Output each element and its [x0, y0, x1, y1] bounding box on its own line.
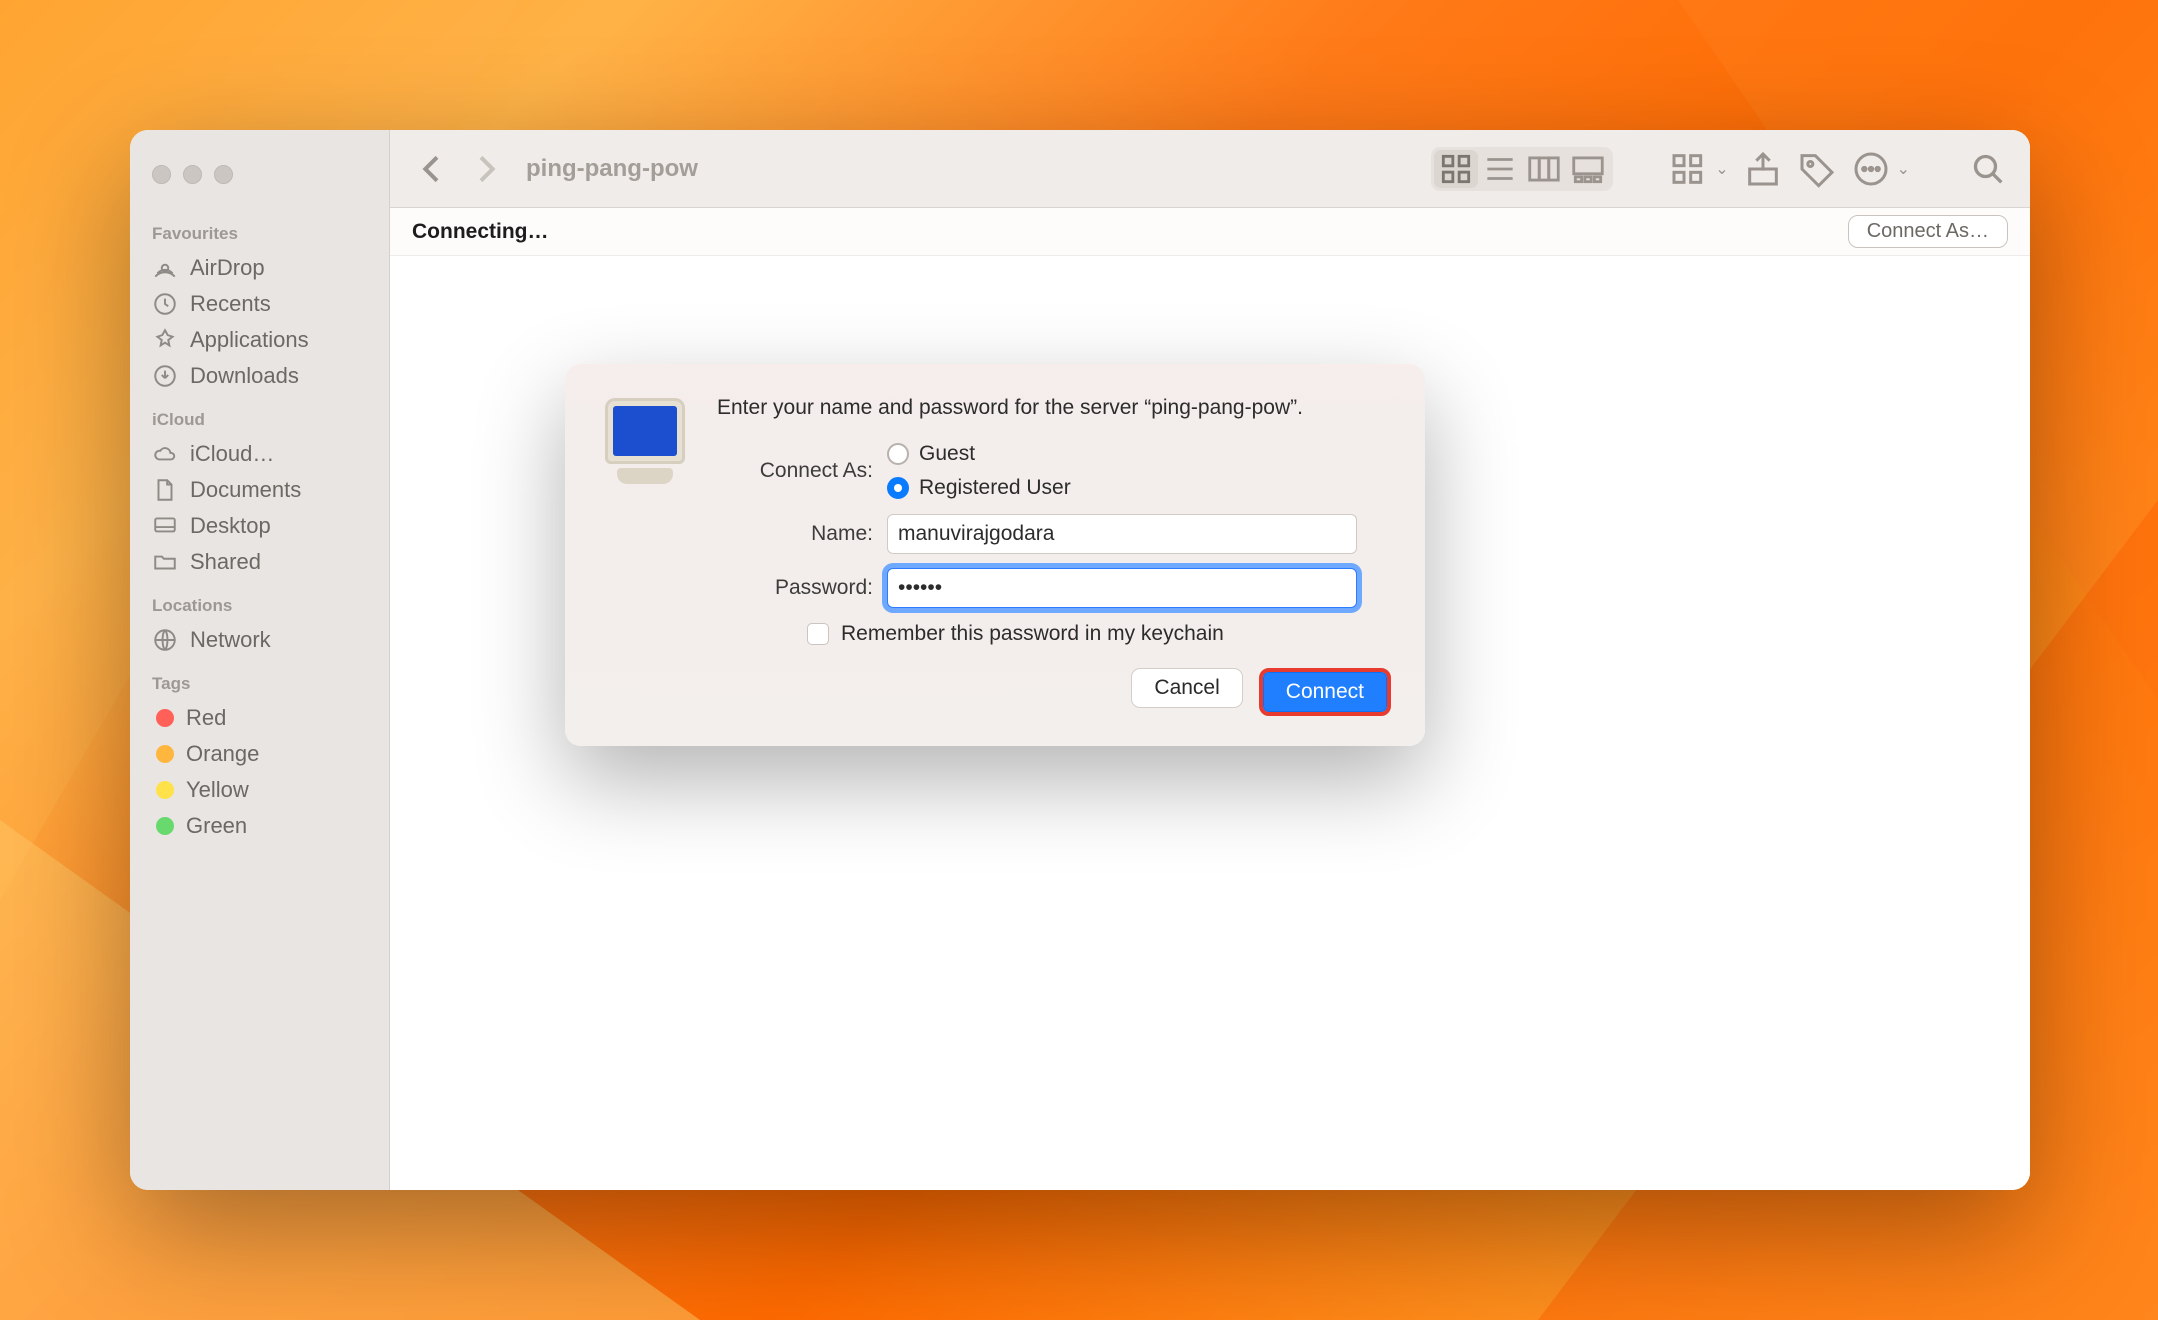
sidebar-item-network[interactable]: Network — [130, 622, 389, 658]
finder-window: Favourites AirDrop Recents Applications … — [130, 130, 2030, 1190]
radio-label: Registered User — [919, 476, 1071, 500]
crt-monitor-icon — [599, 398, 691, 486]
close-window-button[interactable] — [152, 165, 171, 184]
radio-guest[interactable]: Guest — [887, 442, 1071, 466]
sidebar-item-desktop[interactable]: Desktop — [130, 508, 389, 544]
connect-as-label: Connect As: — [717, 459, 887, 483]
tags-button[interactable] — [1797, 149, 1837, 189]
sidebar-item-label: iCloud… — [190, 441, 274, 467]
radio-registered-user[interactable]: Registered User — [887, 476, 1071, 500]
sidebar-tag-red[interactable]: Red — [130, 700, 389, 736]
sidebar-item-label: Documents — [190, 477, 301, 503]
sidebar-item-airdrop[interactable]: AirDrop — [130, 250, 389, 286]
sidebar-item-applications[interactable]: Applications — [130, 322, 389, 358]
forward-button[interactable] — [466, 149, 506, 189]
chevron-down-icon: ⌄ — [1897, 159, 1910, 179]
connection-status-bar: Connecting… Connect As… — [390, 208, 2030, 256]
desktop-icon — [152, 513, 178, 539]
server-icon — [595, 394, 695, 716]
view-icons-button[interactable] — [1434, 150, 1478, 188]
sidebar-section-favourites: Favourites — [130, 208, 389, 250]
finder-sidebar: Favourites AirDrop Recents Applications … — [130, 130, 390, 1190]
shared-folder-icon — [152, 549, 178, 575]
traffic-lights — [130, 148, 389, 208]
sidebar-tag-orange[interactable]: Orange — [130, 736, 389, 772]
window-title: ping-pang-pow — [526, 155, 698, 183]
minimize-window-button[interactable] — [183, 165, 202, 184]
sidebar-item-label: Yellow — [186, 777, 249, 803]
server-auth-dialog: Enter your name and password for the ser… — [565, 364, 1425, 746]
actions-button[interactable] — [1851, 149, 1891, 189]
dialog-actions: Cancel Connect — [717, 668, 1391, 716]
view-switcher — [1431, 147, 1613, 191]
connect-as-button[interactable]: Connect As… — [1848, 215, 2008, 248]
search-button[interactable] — [1968, 149, 2008, 189]
clock-icon — [152, 291, 178, 317]
sidebar-item-label: Recents — [190, 291, 271, 317]
cloud-icon — [152, 441, 178, 467]
document-icon — [152, 477, 178, 503]
finder-toolbar: ping-pang-pow ⌄ ⌄ — [390, 130, 2030, 208]
password-input[interactable] — [887, 568, 1357, 608]
radio-label: Guest — [919, 442, 975, 466]
sidebar-item-label: Green — [186, 813, 247, 839]
sidebar-item-label: Red — [186, 705, 226, 731]
view-gallery-button[interactable] — [1566, 150, 1610, 188]
connect-button[interactable]: Connect — [1263, 672, 1387, 712]
radio-icon — [887, 477, 909, 499]
sidebar-item-downloads[interactable]: Downloads — [130, 358, 389, 394]
view-list-button[interactable] — [1478, 150, 1522, 188]
applications-icon — [152, 327, 178, 353]
sidebar-item-label: Orange — [186, 741, 259, 767]
checkbox-label: Remember this password in my keychain — [841, 622, 1224, 646]
sidebar-item-documents[interactable]: Documents — [130, 472, 389, 508]
airdrop-icon — [152, 255, 178, 281]
sidebar-section-locations: Locations — [130, 580, 389, 622]
checkbox-icon — [807, 623, 829, 645]
connect-button-highlight: Connect — [1259, 668, 1391, 716]
sidebar-item-label: Downloads — [190, 363, 299, 389]
chevron-down-icon: ⌄ — [1715, 159, 1728, 179]
sidebar-item-shared[interactable]: Shared — [130, 544, 389, 580]
sidebar-item-label: Network — [190, 627, 271, 653]
name-label: Name: — [717, 522, 887, 546]
sidebar-section-tags: Tags — [130, 658, 389, 700]
tag-dot-orange-icon — [156, 745, 174, 763]
radio-icon — [887, 443, 909, 465]
share-button[interactable] — [1743, 149, 1783, 189]
sidebar-tag-yellow[interactable]: Yellow — [130, 772, 389, 808]
sidebar-item-icloud[interactable]: iCloud… — [130, 436, 389, 472]
dialog-message: Enter your name and password for the ser… — [717, 394, 1391, 422]
name-input[interactable] — [887, 514, 1357, 554]
view-columns-button[interactable] — [1522, 150, 1566, 188]
sidebar-section-icloud: iCloud — [130, 394, 389, 436]
downloads-icon — [152, 363, 178, 389]
back-button[interactable] — [412, 149, 452, 189]
sidebar-item-recents[interactable]: Recents — [130, 286, 389, 322]
tag-dot-yellow-icon — [156, 781, 174, 799]
globe-icon — [152, 627, 178, 653]
sidebar-tag-green[interactable]: Green — [130, 808, 389, 844]
tag-dot-green-icon — [156, 817, 174, 835]
zoom-window-button[interactable] — [214, 165, 233, 184]
sidebar-item-label: Shared — [190, 549, 261, 575]
tag-dot-red-icon — [156, 709, 174, 727]
group-by-button[interactable] — [1669, 149, 1709, 189]
sidebar-item-label: Desktop — [190, 513, 271, 539]
status-text: Connecting… — [412, 220, 549, 244]
cancel-button[interactable]: Cancel — [1131, 668, 1242, 708]
password-label: Password: — [717, 576, 887, 600]
remember-keychain-checkbox[interactable]: Remember this password in my keychain — [807, 622, 1391, 646]
sidebar-item-label: AirDrop — [190, 255, 265, 281]
sidebar-item-label: Applications — [190, 327, 309, 353]
